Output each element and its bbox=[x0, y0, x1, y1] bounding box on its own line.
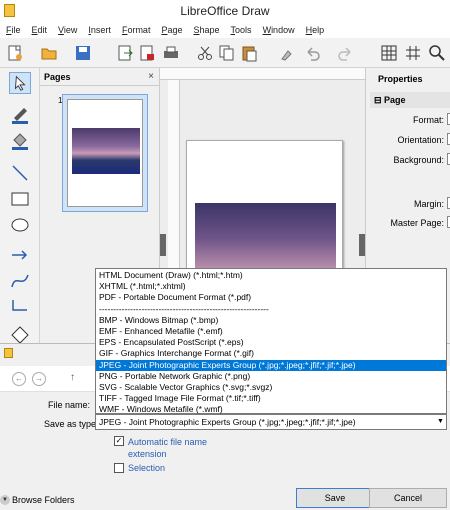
thumbnail-image bbox=[72, 128, 140, 174]
collapse-handle-left[interactable] bbox=[160, 234, 166, 256]
file-type-option[interactable]: WMF - Windows Metafile (*.wmf) bbox=[96, 404, 446, 415]
file-type-option[interactable]: BMP - Windows Bitmap (*.bmp) bbox=[96, 315, 446, 326]
arrow-line-icon[interactable] bbox=[9, 244, 31, 266]
copy-icon[interactable] bbox=[218, 44, 236, 62]
page-section-header[interactable]: ⊟ Page bbox=[370, 92, 450, 108]
new-document-icon[interactable] bbox=[6, 44, 24, 62]
menu-edit[interactable]: Edit bbox=[32, 25, 48, 35]
connector-tool-icon[interactable] bbox=[9, 296, 31, 318]
fill-color-icon[interactable] bbox=[9, 130, 31, 152]
pages-panel-title: Pages bbox=[40, 68, 160, 86]
file-type-dropdown-list: HTML Document (Draw) (*.html;*.htm) XHTM… bbox=[95, 268, 447, 414]
file-type-option[interactable]: TIFF - Tagged Image File Format (*.tif;*… bbox=[96, 393, 446, 404]
file-type-option[interactable]: EPS - Encapsulated PostScript (*.eps) bbox=[96, 337, 446, 348]
selection-label[interactable]: Selection bbox=[128, 463, 165, 473]
cancel-button[interactable]: Cancel bbox=[369, 488, 447, 508]
open-folder-icon[interactable] bbox=[40, 44, 58, 62]
grid-icon[interactable] bbox=[380, 44, 398, 62]
cut-icon[interactable] bbox=[196, 44, 214, 62]
standard-toolbar bbox=[0, 38, 450, 68]
browse-folders-toggle[interactable]: Browse Folders bbox=[12, 495, 75, 505]
helplines-icon[interactable] bbox=[404, 44, 422, 62]
forward-arrow-icon[interactable]: → bbox=[32, 372, 46, 386]
zoom-icon[interactable] bbox=[428, 44, 446, 62]
horizontal-ruler bbox=[160, 68, 365, 80]
ellipse-tool-icon[interactable] bbox=[9, 214, 31, 236]
close-icon[interactable]: × bbox=[148, 71, 154, 82]
expand-chevron-icon[interactable]: ▼ bbox=[0, 495, 10, 505]
menu-insert[interactable]: Insert bbox=[88, 25, 111, 35]
menu-window[interactable]: Window bbox=[263, 25, 295, 35]
auto-extension-checkbox[interactable]: ✓ bbox=[114, 436, 124, 446]
select-pointer-icon[interactable] bbox=[9, 72, 31, 94]
menu-bar: File Edit View Insert Format Page Shape … bbox=[0, 22, 450, 38]
margin-label: Margin: bbox=[413, 199, 444, 209]
clone-formatting-icon[interactable] bbox=[278, 44, 296, 62]
drawing-toolbar bbox=[0, 68, 40, 344]
background-label: Background: bbox=[393, 155, 444, 165]
master-page-label: Master Page: bbox=[390, 218, 444, 228]
properties-title: Properties bbox=[378, 74, 423, 84]
file-type-option-selected[interactable]: JPEG - Joint Photographic Experts Group … bbox=[96, 359, 446, 371]
paste-icon[interactable] bbox=[240, 44, 258, 62]
redo-icon[interactable] bbox=[336, 44, 354, 62]
back-arrow-icon[interactable]: ← bbox=[12, 372, 26, 386]
rectangle-tool-icon[interactable] bbox=[9, 188, 31, 210]
line-tool-icon[interactable] bbox=[9, 162, 31, 184]
menu-file[interactable]: File bbox=[6, 25, 21, 35]
up-arrow-icon[interactable]: ↑ bbox=[70, 372, 75, 383]
print-icon[interactable] bbox=[162, 44, 180, 62]
file-type-option[interactable]: SVG - Scalable Vector Graphics (*.svg;*.… bbox=[96, 382, 446, 393]
dialog-icon bbox=[4, 348, 13, 358]
chevron-down-icon[interactable]: ▼ bbox=[437, 418, 444, 425]
menu-tools[interactable]: Tools bbox=[231, 25, 252, 35]
save-as-type-select[interactable]: JPEG - Joint Photographic Experts Group … bbox=[95, 414, 447, 430]
file-type-option[interactable]: HTML Document (Draw) (*.html;*.htm) bbox=[96, 270, 446, 281]
file-type-option[interactable]: XHTML (*.html;*.xhtml) bbox=[96, 281, 446, 292]
menu-page[interactable]: Page bbox=[161, 25, 182, 35]
menu-format[interactable]: Format bbox=[122, 25, 151, 35]
separator: ----------------------------------------… bbox=[99, 303, 269, 314]
file-name-label: File name: bbox=[48, 400, 91, 410]
save-button[interactable]: Save bbox=[296, 488, 374, 508]
export-icon[interactable] bbox=[116, 44, 134, 62]
menu-view[interactable]: View bbox=[58, 25, 77, 35]
thumbnail-page bbox=[67, 99, 143, 207]
file-type-option[interactable]: EMF - Enhanced Metafile (*.emf) bbox=[96, 326, 446, 337]
file-type-option[interactable]: PNG - Portable Network Graphic (*.png) bbox=[96, 371, 446, 382]
selection-checkbox[interactable] bbox=[114, 463, 124, 473]
page-thumbnail[interactable] bbox=[62, 94, 148, 212]
page-section-label: Page bbox=[384, 95, 406, 105]
save-icon[interactable] bbox=[74, 44, 92, 62]
file-type-option[interactable]: PDF - Portable Document Format (*.pdf) bbox=[96, 292, 446, 303]
undo-icon[interactable] bbox=[304, 44, 322, 62]
window-title: LibreOffice Draw bbox=[0, 0, 450, 22]
libreoffice-draw-icon bbox=[4, 4, 15, 17]
orientation-label: Orientation: bbox=[397, 135, 444, 145]
save-as-type-label: Save as type: bbox=[44, 419, 99, 429]
export-pdf-icon[interactable] bbox=[138, 44, 156, 62]
curve-tool-icon[interactable] bbox=[9, 270, 31, 292]
menu-help[interactable]: Help bbox=[306, 25, 325, 35]
line-color-icon[interactable] bbox=[9, 104, 31, 126]
file-type-option[interactable]: GIF - Graphics Interchange Format (*.gif… bbox=[96, 348, 446, 359]
menu-shape[interactable]: Shape bbox=[194, 25, 220, 35]
auto-extension-label[interactable]: Automatic file name extension bbox=[128, 436, 228, 460]
format-label: Format: bbox=[412, 115, 444, 125]
